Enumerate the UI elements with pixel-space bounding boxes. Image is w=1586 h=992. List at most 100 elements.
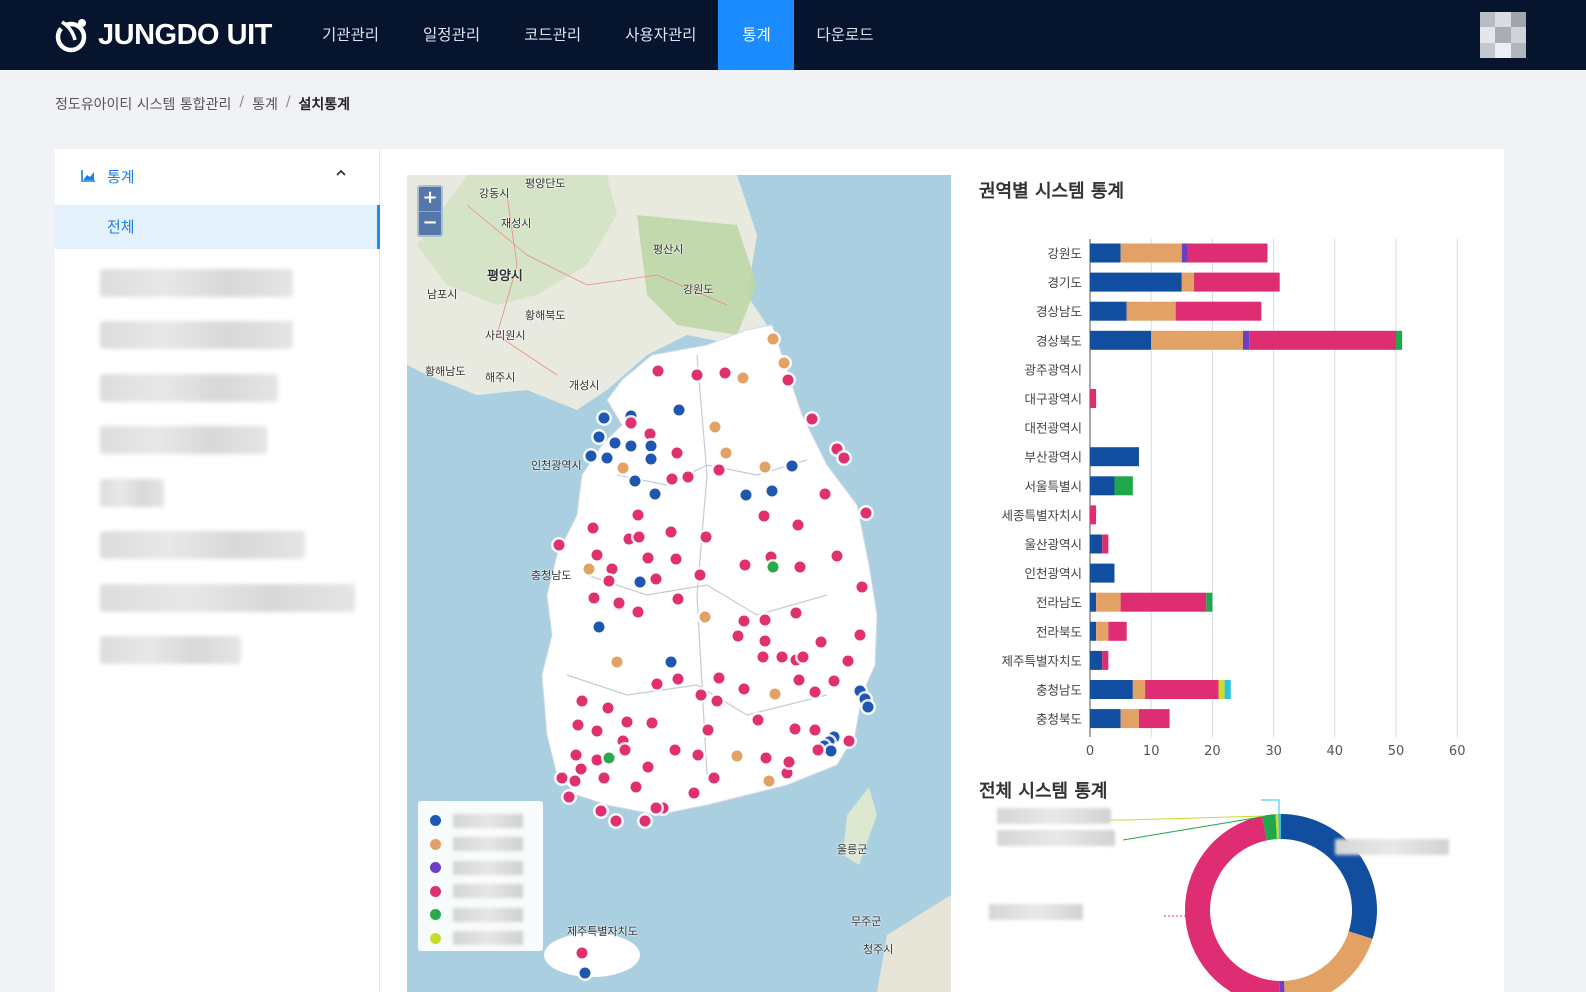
donut-slice[interactable]	[1281, 814, 1377, 939]
map-marker[interactable]	[591, 549, 603, 561]
map-marker[interactable]	[783, 756, 795, 768]
map-marker[interactable]	[842, 655, 854, 667]
map-marker[interactable]	[642, 761, 654, 773]
map-marker[interactable]	[695, 689, 707, 701]
map-marker[interactable]	[711, 695, 723, 707]
map-marker[interactable]	[738, 683, 750, 695]
sidebar-item-redacted[interactable]	[100, 321, 293, 349]
bar-segment[interactable]	[1090, 650, 1103, 670]
map-marker[interactable]	[782, 374, 794, 386]
map-marker[interactable]	[731, 750, 743, 762]
map-marker[interactable]	[610, 815, 622, 827]
map-marker[interactable]	[669, 744, 681, 756]
nav-item-code[interactable]: 코드관리	[502, 0, 603, 70]
map-marker[interactable]	[619, 744, 631, 756]
map-marker[interactable]	[645, 440, 657, 452]
nav-item-schedule[interactable]: 일정관리	[401, 0, 502, 70]
sidebar-item-redacted[interactable]	[100, 426, 267, 454]
nav-item-institution[interactable]: 기관관리	[300, 0, 401, 70]
sidebar-item-redacted[interactable]	[100, 374, 278, 402]
map-marker[interactable]	[670, 553, 682, 565]
zoom-in-button[interactable]: +	[419, 187, 441, 211]
map-marker[interactable]	[611, 656, 623, 668]
bar-segment[interactable]	[1090, 476, 1115, 496]
map-marker[interactable]	[760, 752, 772, 764]
bar-segment[interactable]	[1090, 563, 1115, 583]
map-marker[interactable]	[569, 775, 581, 787]
map-marker[interactable]	[776, 651, 788, 663]
bar-segment[interactable]	[1090, 592, 1097, 612]
map-marker[interactable]	[732, 630, 744, 642]
map-marker[interactable]	[576, 947, 588, 959]
map-marker[interactable]	[649, 488, 661, 500]
bar-segment[interactable]	[1187, 243, 1268, 263]
map-marker[interactable]	[665, 526, 677, 538]
bar-segment[interactable]	[1102, 650, 1109, 670]
map-marker[interactable]	[570, 749, 582, 761]
map-marker[interactable]	[576, 695, 588, 707]
map-marker[interactable]	[737, 372, 749, 384]
map-marker[interactable]	[553, 539, 565, 551]
map-marker[interactable]	[652, 365, 664, 377]
map-marker[interactable]	[778, 357, 790, 369]
bar-segment[interactable]	[1090, 243, 1121, 263]
bar-segment[interactable]	[1175, 301, 1262, 321]
bar-segment[interactable]	[1108, 621, 1127, 641]
user-avatar[interactable]	[1480, 12, 1526, 58]
map-marker[interactable]	[806, 413, 818, 425]
breadcrumb-statistics[interactable]: 통계	[252, 94, 278, 114]
map-marker[interactable]	[719, 367, 731, 379]
map-marker[interactable]	[694, 569, 706, 581]
map-marker[interactable]	[671, 447, 683, 459]
map-marker[interactable]	[672, 593, 684, 605]
map-marker[interactable]	[819, 488, 831, 500]
map-marker[interactable]	[639, 815, 651, 827]
map-marker[interactable]	[854, 629, 866, 641]
map-marker[interactable]	[665, 656, 677, 668]
donut-slice[interactable]	[1185, 815, 1280, 992]
map-marker[interactable]	[585, 450, 597, 462]
legend-row[interactable]	[430, 880, 531, 904]
map-marker[interactable]	[740, 489, 752, 501]
map-marker[interactable]	[767, 561, 779, 573]
map-marker[interactable]	[763, 775, 775, 787]
map-marker[interactable]	[583, 563, 595, 575]
nav-item-download[interactable]: 다운로드	[794, 0, 895, 70]
map-marker[interactable]	[809, 686, 821, 698]
bar-segment[interactable]	[1102, 534, 1109, 554]
map-marker[interactable]	[644, 428, 656, 440]
map-marker[interactable]	[646, 717, 658, 729]
bar-segment[interactable]	[1181, 272, 1195, 292]
bar-segment[interactable]	[1090, 505, 1097, 525]
map-marker[interactable]	[738, 615, 750, 627]
sidebar-item-redacted[interactable]	[100, 531, 305, 559]
map-marker[interactable]	[825, 745, 837, 757]
map-marker[interactable]	[632, 509, 644, 521]
map-marker[interactable]	[709, 421, 721, 433]
map-marker[interactable]	[759, 614, 771, 626]
bar-segment[interactable]	[1096, 592, 1121, 612]
legend-row[interactable]	[430, 856, 531, 880]
map-marker[interactable]	[632, 606, 644, 618]
map-marker[interactable]	[621, 716, 633, 728]
map-marker[interactable]	[759, 635, 771, 647]
bar-segment[interactable]	[1194, 272, 1280, 292]
map-marker[interactable]	[606, 563, 618, 575]
map-marker[interactable]	[651, 678, 663, 690]
bar-segment[interactable]	[1138, 709, 1170, 729]
map-marker[interactable]	[752, 714, 764, 726]
bar-segment[interactable]	[1090, 272, 1182, 292]
map-marker[interactable]	[794, 561, 806, 573]
map-marker[interactable]	[759, 461, 771, 473]
map-marker[interactable]	[700, 531, 712, 543]
map-marker[interactable]	[713, 672, 725, 684]
map-marker[interactable]	[625, 440, 637, 452]
bar-segment[interactable]	[1249, 330, 1396, 350]
map-marker[interactable]	[625, 417, 637, 429]
bar-segment[interactable]	[1224, 680, 1231, 699]
map-marker[interactable]	[792, 519, 804, 531]
map-marker[interactable]	[588, 592, 600, 604]
map-marker[interactable]	[563, 791, 575, 803]
map-marker[interactable]	[688, 787, 700, 799]
bar-segment[interactable]	[1096, 621, 1109, 641]
